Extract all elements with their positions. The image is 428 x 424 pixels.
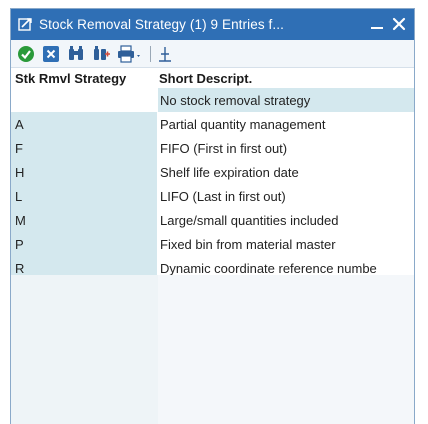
description-cell[interactable]: Partial quantity management — [158, 112, 414, 136]
grid-rows: No stock removal strategy A Partial quanti… — [11, 88, 414, 304]
window-icon — [18, 17, 33, 32]
description-cell[interactable]: LIFO (Last in first out) — [158, 184, 414, 208]
description-cell[interactable]: FIFO (First in first out) — [158, 136, 414, 160]
toolbar — [11, 40, 414, 68]
description-cell[interactable]: Large/small quantities included — [158, 208, 414, 232]
checkmark-icon — [18, 45, 34, 62]
binoculars-plus-icon — [94, 45, 110, 60]
window-title: Stock Removal Strategy (1) 9 Entries f..… — [39, 17, 284, 32]
table-row[interactable]: P Fixed bin from material master — [11, 232, 414, 256]
cancel-icon — [43, 45, 59, 62]
print-button[interactable] — [116, 44, 144, 64]
cancel-button[interactable] — [41, 44, 61, 64]
table-row[interactable]: L LIFO (Last in first out) — [11, 184, 414, 208]
table-row[interactable]: M Large/small quantities included — [11, 208, 414, 232]
column-header-strategy[interactable]: Stk Rmvl Strategy — [11, 71, 158, 86]
description-cell[interactable]: No stock removal strategy — [158, 88, 414, 112]
strategy-code-cell[interactable]: L — [11, 184, 158, 208]
strategy-code-cell[interactable]: A — [11, 112, 158, 136]
strategy-code-cell[interactable]: H — [11, 160, 158, 184]
strategy-code-cell[interactable] — [11, 88, 158, 112]
strategy-code-cell[interactable]: M — [11, 208, 158, 232]
toolbar-separator — [150, 45, 151, 62]
grid-header: Stk Rmvl Strategy Short Descript. — [11, 68, 414, 88]
title-bar[interactable]: Stock Removal Strategy (1) 9 Entries f..… — [11, 9, 414, 40]
cursor-position-icon — [159, 46, 171, 62]
result-grid: Stk Rmvl Strategy Short Descript. No sto… — [11, 68, 414, 304]
strategy-code-cell[interactable]: P — [11, 232, 158, 256]
value-help-dialog: Stock Removal Strategy (1) 9 Entries f..… — [10, 8, 415, 424]
table-row[interactable]: H Shelf life expiration date — [11, 160, 414, 184]
table-row[interactable]: A Partial quantity management — [11, 112, 414, 136]
column-header-description[interactable]: Short Descript. — [158, 71, 414, 86]
find-next-button[interactable] — [91, 44, 111, 64]
continue-button[interactable] — [16, 44, 36, 64]
table-row[interactable]: No stock removal strategy — [11, 88, 414, 112]
binoculars-icon — [69, 45, 83, 60]
strategy-code-cell[interactable]: F — [11, 136, 158, 160]
table-row[interactable]: F FIFO (First in first out) — [11, 136, 414, 160]
grid-empty-column — [11, 275, 158, 424]
description-cell[interactable]: Fixed bin from material master — [158, 232, 414, 256]
minimize-button[interactable] — [368, 16, 386, 32]
printer-icon — [118, 44, 140, 63]
cursor-position-button[interactable] — [155, 44, 175, 64]
close-icon[interactable] — [390, 15, 408, 33]
description-cell[interactable]: Shelf life expiration date — [158, 160, 414, 184]
find-button[interactable] — [66, 44, 86, 64]
